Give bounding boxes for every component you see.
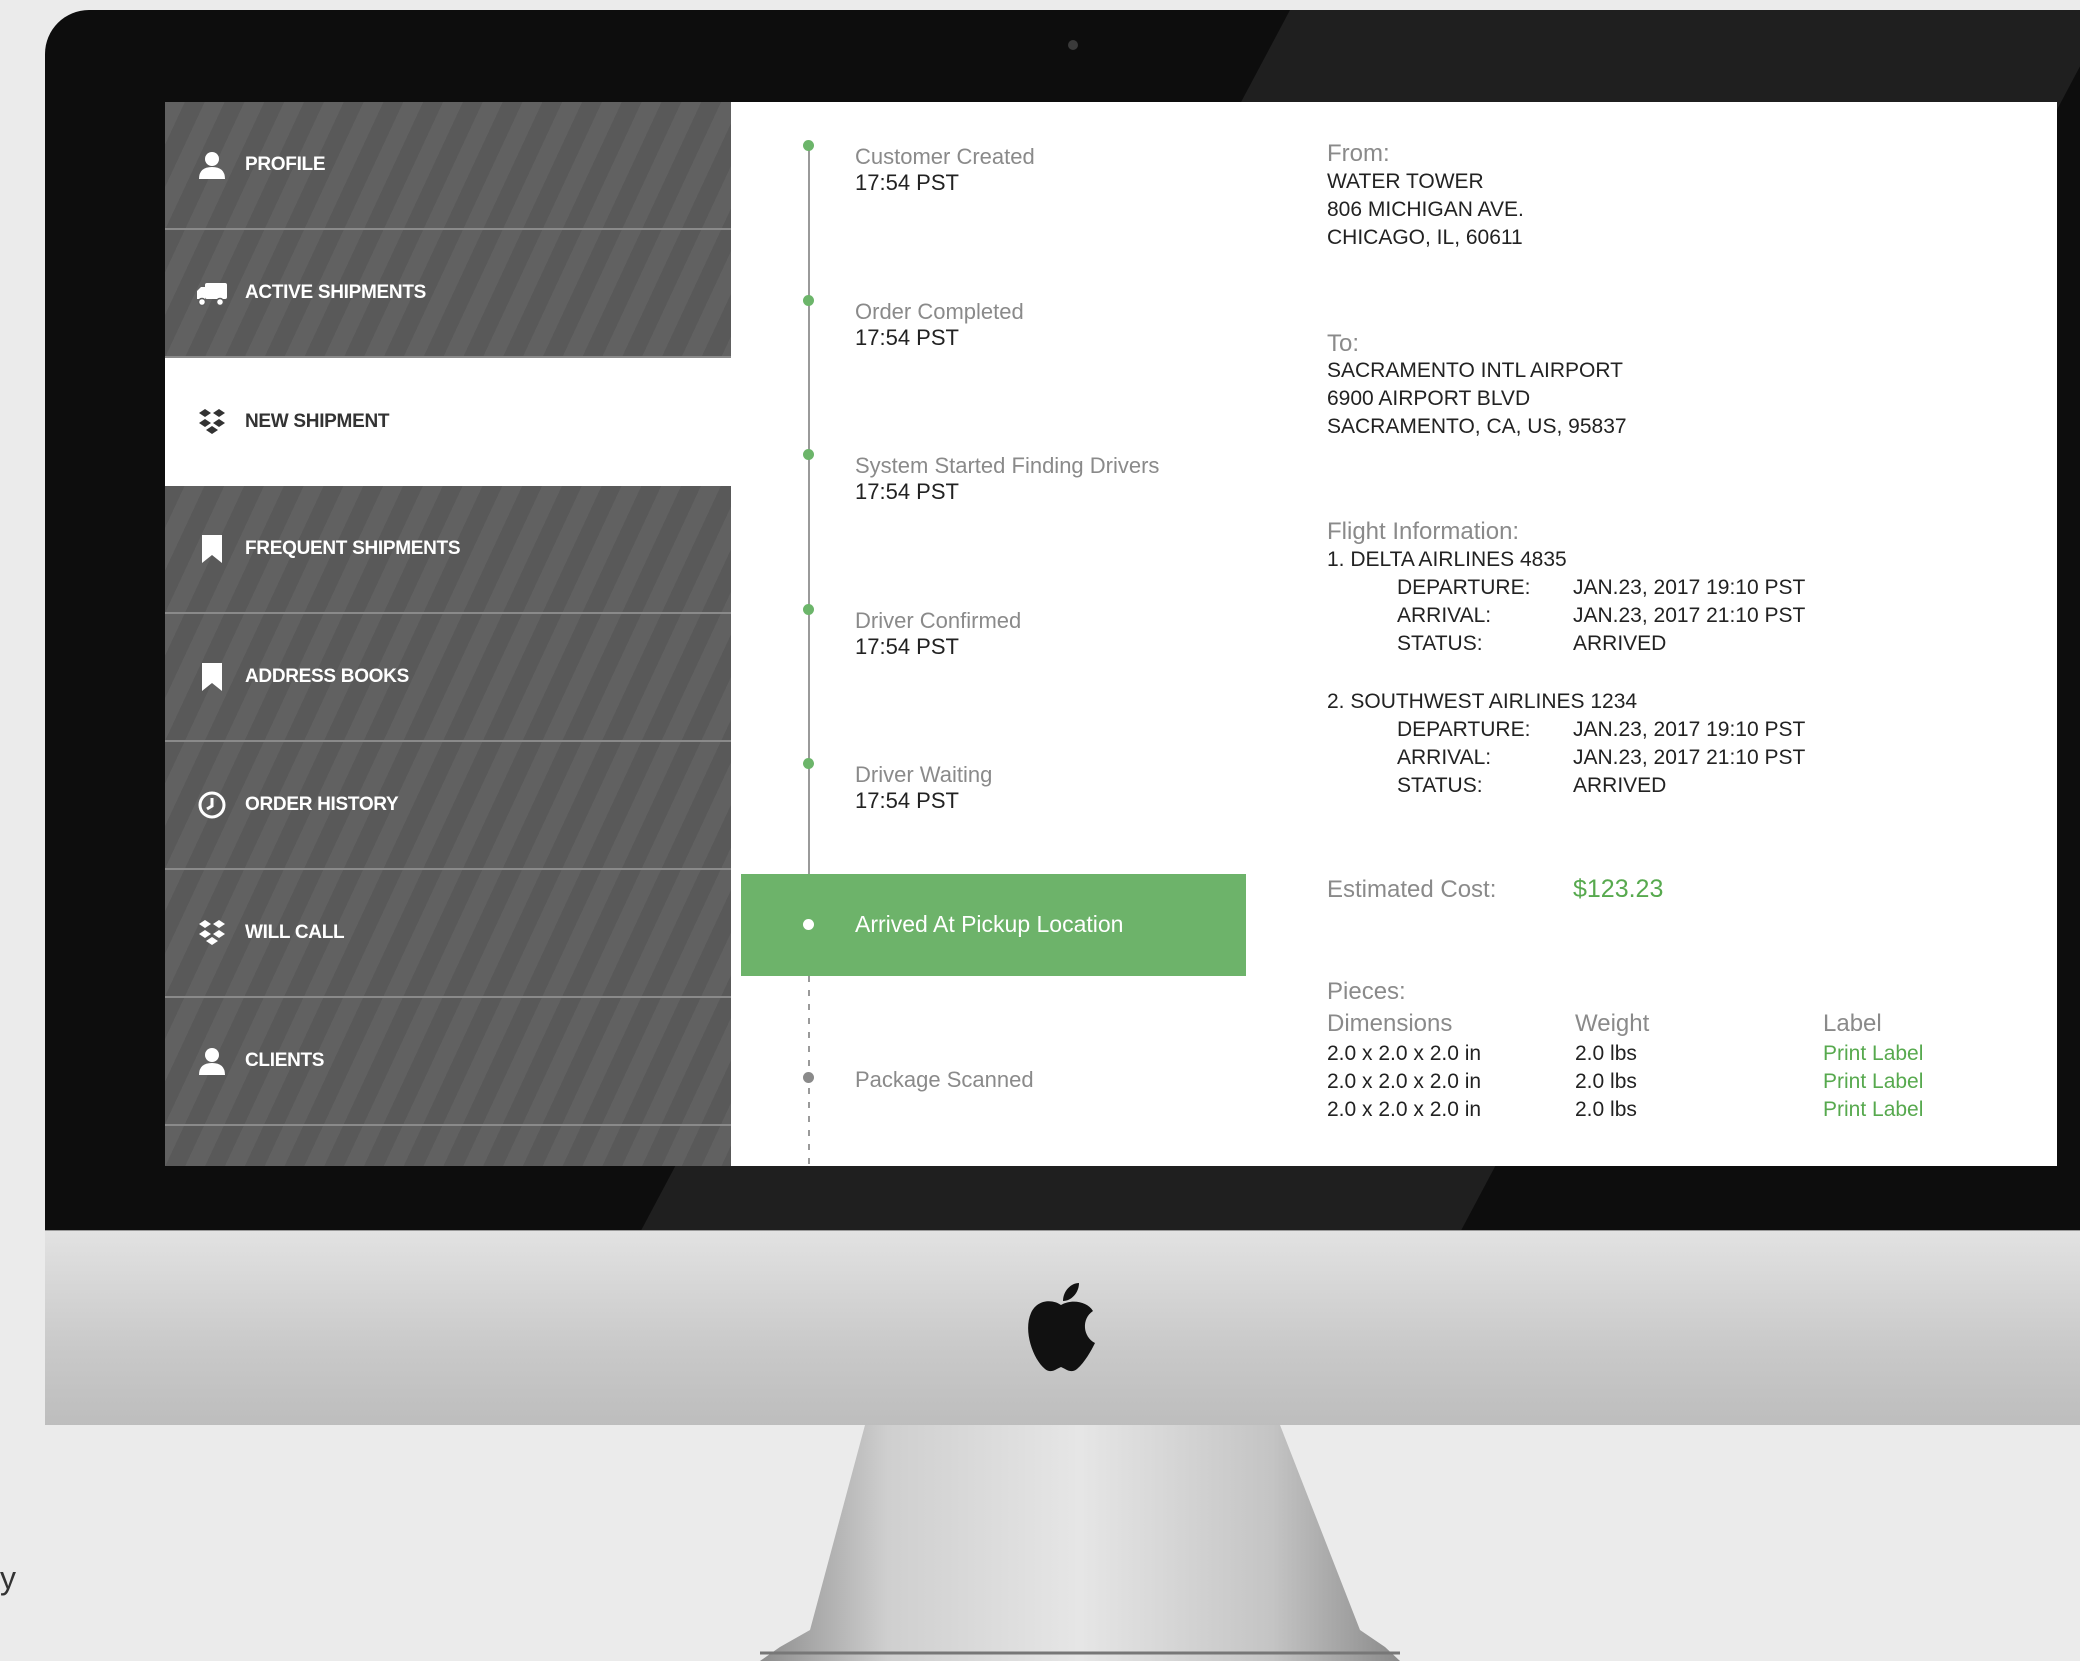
column-header-label: Label [1823,1010,1882,1037]
to-line: 6900 AIRPORT BLVD [1327,387,1531,410]
arrival-label: ARRIVAL: [1397,604,1492,627]
imac-monitor: PROFILE ACTIVE SHIPMENTS NEW SHIPMENT FR… [45,10,2080,1425]
flight-heading: Flight Information: [1327,518,1520,545]
step-dot-icon [803,758,814,769]
status-label: STATUS: [1397,632,1483,655]
sidebar-item-label: ORDER HISTORY [245,794,399,815]
sidebar-item-profile[interactable]: PROFILE [165,102,731,230]
sidebar-item-frequent-shipments[interactable]: FREQUENT SHIPMENTS [165,486,731,614]
step-time: 17:54 PST [855,788,959,813]
boxes-icon [195,405,229,439]
piece-dimensions: 2.0 x 2.0 x 2.0 in [1327,1042,1482,1065]
print-label-link[interactable]: Print Label [1823,1042,1923,1066]
step-dot-icon [803,1072,814,1083]
departure-value: JAN.23, 2017 19:10 PST [1573,576,1806,599]
column-header-weight: Weight [1575,1010,1650,1037]
column-header-dimensions: Dimensions [1327,1010,1453,1037]
boxes-icon [195,916,229,950]
step-time: 17:54 PST [855,170,959,195]
sidebar-item-label: ACTIVE SHIPMENTS [245,282,426,303]
sidebar-item-label: FREQUENT SHIPMENTS [245,538,461,559]
step-label: Driver Confirmed [855,608,1022,633]
monitor-chin [45,1230,2080,1425]
clock-icon [195,788,229,822]
step-label: Arrived At Pickup Location [855,911,1124,937]
timeline-connector [808,150,810,882]
piece-weight: 2.0 lbs [1575,1098,1637,1121]
status-value: ARRIVED [1573,632,1667,655]
arrival-value: JAN.23, 2017 21:10 PST [1573,746,1806,769]
sidebar-item-label: WILL CALL [245,922,345,943]
sidebar-item-new-shipment[interactable]: NEW SHIPMENT [165,358,731,486]
sidebar-item-order-history[interactable]: ORDER HISTORY [165,742,731,870]
sidebar-item-label: PROFILE [245,154,326,175]
piece-weight: 2.0 lbs [1575,1042,1637,1065]
sidebar-item-will-call[interactable]: WILL CALL [165,870,731,998]
step-dot-icon [803,604,814,615]
from-line: 806 MICHIGAN AVE. [1327,198,1524,221]
print-label-link[interactable]: Print Label [1823,1070,1923,1094]
arrival-label: ARRIVAL: [1397,746,1492,769]
user-icon [195,1044,229,1078]
flight-title: 2. SOUTHWEST AIRLINES 1234 [1327,690,1638,713]
status-value: ARRIVED [1573,774,1667,797]
from-line: CHICAGO, IL, 60611 [1327,226,1523,249]
estimated-cost-value: $123.23 [1573,875,1664,903]
camera-dot [1068,40,1078,50]
sidebar-item-label: ADDRESS BOOKS [245,666,409,687]
arrival-value: JAN.23, 2017 21:10 PST [1573,604,1806,627]
piece-dimensions: 2.0 x 2.0 x 2.0 in [1327,1070,1482,1093]
step-dot-icon [803,295,814,306]
step-label: Customer Created [855,144,1035,169]
step-time: 17:54 PST [855,634,959,659]
sidebar-item-address-books[interactable]: ADDRESS BOOKS [165,614,731,742]
piece-dimensions: 2.0 x 2.0 x 2.0 in [1327,1098,1482,1121]
from-heading: From: [1327,140,1390,167]
status-timeline: Customer Created 17:54 PST Order Complet… [731,102,1331,1166]
departure-value: JAN.23, 2017 19:10 PST [1573,718,1806,741]
app-screen: PROFILE ACTIVE SHIPMENTS NEW SHIPMENT FR… [165,102,2057,1166]
departure-label: DEPARTURE: [1397,576,1531,599]
step-dot-icon [803,919,814,930]
status-label: STATUS: [1397,774,1483,797]
bookmark-icon [195,532,229,566]
sidebar-item-clients[interactable]: CLIENTS [165,998,731,1126]
apple-logo-icon [1028,1283,1095,1372]
side-text: y [0,1560,16,1596]
to-heading: To: [1327,330,1360,357]
step-label: Order Completed [855,299,1024,324]
step-dot-icon [803,140,814,151]
piece-weight: 2.0 lbs [1575,1070,1637,1093]
print-label-link[interactable]: Print Label [1823,1098,1923,1122]
flight-title: 1. DELTA AIRLINES 4835 [1327,548,1567,571]
sidebar-nav: PROFILE ACTIVE SHIPMENTS NEW SHIPMENT FR… [165,102,731,1166]
estimated-cost-label: Estimated Cost: [1327,876,1497,903]
departure-label: DEPARTURE: [1397,718,1531,741]
to-line: SACRAMENTO INTL AIRPORT [1327,359,1623,382]
timeline-step-active[interactable]: Arrived At Pickup Location [741,874,1246,976]
timeline-connector-pending [808,976,810,1166]
bookmark-icon [195,660,229,694]
step-label: System Started Finding Drivers [855,453,1160,478]
from-line: WATER TOWER [1327,170,1484,193]
step-label: Package Scanned [855,1067,1034,1092]
user-icon [195,148,229,182]
monitor-stand [760,1425,1400,1661]
step-time: 17:54 PST [855,325,959,350]
step-label: Driver Waiting [855,762,993,787]
sidebar-item-label: CLIENTS [245,1050,325,1071]
truck-icon [195,276,229,310]
to-line: SACRAMENTO, CA, US, 95837 [1327,415,1627,438]
shipment-details: From: WATER TOWER 806 MICHIGAN AVE. CHIC… [1327,102,2047,1166]
sidebar-item-active-shipments[interactable]: ACTIVE SHIPMENTS [165,230,731,358]
sidebar-item-label: NEW SHIPMENT [245,411,390,432]
step-dot-icon [803,449,814,460]
step-time: 17:54 PST [855,479,959,504]
pieces-heading: Pieces: [1327,978,1406,1005]
